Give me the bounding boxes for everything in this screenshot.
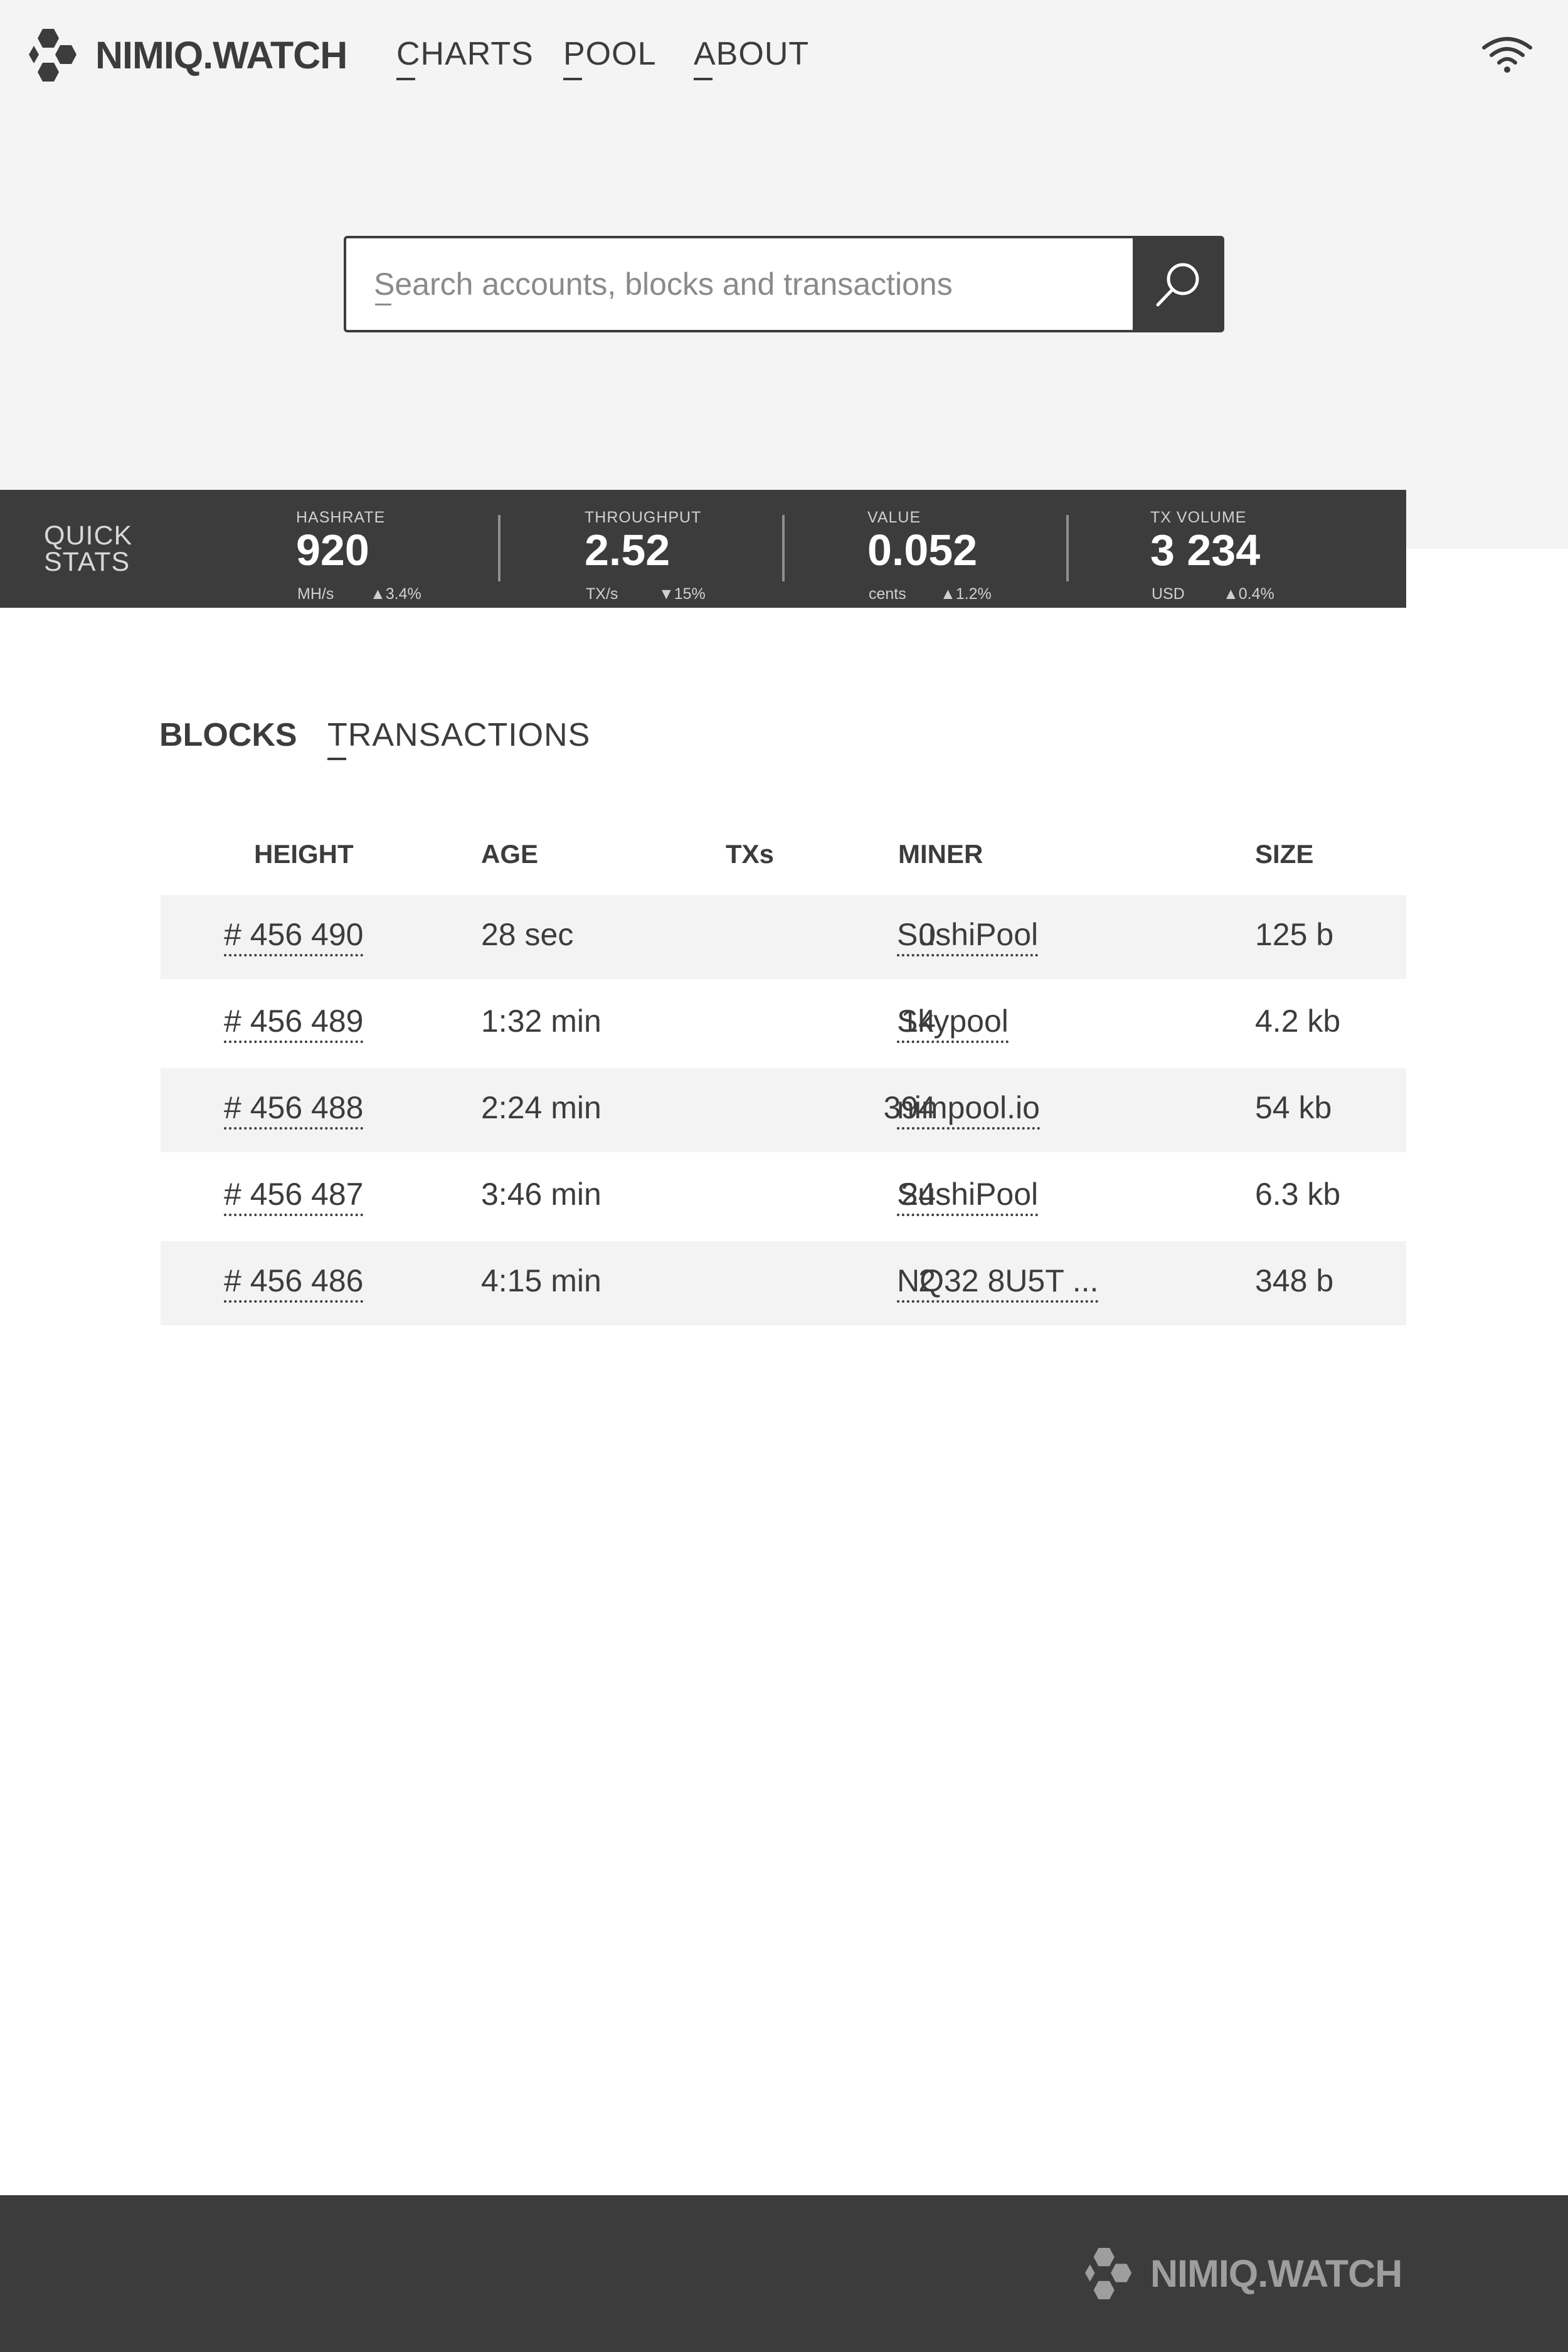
block-size: 125 b — [1255, 917, 1334, 952]
stat-unit: cents — [869, 585, 906, 603]
logo-text: NIMIQ.WATCH — [95, 34, 347, 77]
block-size: 348 b — [1255, 1263, 1334, 1298]
stat-value: 3 234 — [1150, 526, 1261, 575]
nav-pool[interactable]: POOL — [563, 35, 657, 80]
stat-unit: TX/s — [586, 585, 618, 603]
hexagon-cluster-icon — [29, 29, 77, 82]
quick-stats-bar: QUICK STATS HASHRATE 920 MH/s ▲3.4% THRO… — [0, 490, 1406, 608]
search-button[interactable] — [1133, 236, 1224, 332]
stat-value: 0.052 — [867, 526, 978, 575]
nav-pool-label: POOL — [563, 36, 657, 72]
search-icon — [1156, 263, 1199, 307]
hexagon-cluster-icon — [1084, 2247, 1132, 2300]
block-age: 28 sec — [481, 917, 574, 952]
tab-transactions[interactable]: TRANSACTIONS — [327, 716, 591, 760]
quick-stats-title-line2: STATS — [44, 547, 130, 577]
tab-blocks[interactable]: BLOCKS — [159, 716, 297, 754]
stat-change: ▲0.4% — [1223, 585, 1274, 603]
table-row: # 456 486 4:15 min 2 NQ32 8U5T ... 348 b — [161, 1241, 1406, 1325]
miner-link[interactable]: Skypool — [897, 1003, 1009, 1043]
column-header-miner: MINER — [898, 839, 983, 869]
nav-charts-label: CHARTS — [396, 36, 534, 72]
stat-label: TX VOLUME — [1150, 509, 1247, 526]
stat-divider — [782, 515, 785, 581]
tab-transactions-label: TRANSACTIONS — [327, 717, 591, 753]
access-key-underline — [563, 78, 582, 80]
block-size: 54 kb — [1255, 1090, 1332, 1125]
stat-label: VALUE — [867, 509, 921, 526]
block-height-link[interactable]: # 456 490 — [224, 916, 364, 956]
stat-label: HASHRATE — [296, 509, 386, 526]
access-key-underline — [694, 78, 712, 80]
quick-stats-title-line1: QUICK — [44, 521, 133, 551]
access-key-underline — [396, 78, 415, 80]
block-height-link[interactable]: # 456 486 — [224, 1263, 364, 1303]
table-row: # 456 490 28 sec 0 SushiPool 125 b — [161, 895, 1406, 979]
stat-label: THROUGHPUT — [585, 509, 702, 526]
stat-value: 920 — [296, 526, 369, 575]
tab-blocks-label: BLOCKS — [159, 717, 297, 753]
nav-charts[interactable]: CHARTS — [396, 35, 534, 80]
block-age: 2:24 min — [481, 1090, 601, 1125]
footer-logo-text: NIMIQ.WATCH — [1150, 2252, 1402, 2295]
site-logo[interactable]: NIMIQ.WATCH — [28, 28, 347, 83]
table-row: # 456 487 3:46 min 24 SushiPool 6.3 kb — [161, 1155, 1406, 1239]
stat-change: ▲3.4% — [370, 585, 421, 603]
column-header-age: AGE — [481, 839, 539, 869]
block-age: 1:32 min — [481, 1004, 601, 1039]
block-age: 3:46 min — [481, 1177, 601, 1212]
table-row: # 456 488 2:24 min 394 nimpool.io 54 kb — [161, 1068, 1406, 1152]
column-header-txs: TXs — [726, 839, 775, 869]
stat-unit: USD — [1152, 585, 1185, 603]
stat-change: ▼15% — [659, 585, 706, 603]
table-row: # 456 489 1:32 min 14 Skypool 4.2 kb — [161, 982, 1406, 1066]
stat-unit: MH/s — [297, 585, 334, 603]
stat-divider — [1066, 515, 1069, 581]
search-input[interactable] — [344, 236, 1133, 332]
stat-value: 2.52 — [585, 526, 670, 575]
block-height-link[interactable]: # 456 488 — [224, 1089, 364, 1130]
miner-link[interactable]: SushiPool — [897, 916, 1039, 956]
nav-about-label: ABOUT — [694, 36, 810, 72]
wifi-icon — [1482, 37, 1532, 73]
miner-link[interactable]: SushiPool — [897, 1176, 1039, 1216]
block-height-link[interactable]: # 456 489 — [224, 1003, 364, 1043]
stat-throughput: THROUGHPUT 2.52 TX/s ▼15% — [585, 509, 706, 603]
stat-divider — [498, 515, 501, 581]
search-bar — [344, 236, 1224, 332]
miner-link[interactable]: nimpool.io — [897, 1089, 1040, 1130]
quick-stats-title: QUICK STATS — [44, 521, 133, 577]
block-size: 4.2 kb — [1255, 1004, 1341, 1039]
miner-address-link[interactable]: NQ32 8U5T ... — [897, 1263, 1099, 1303]
stat-change: ▲1.2% — [940, 585, 992, 603]
footer: NIMIQ.WATCH — [0, 2195, 1568, 2352]
column-header-size: SIZE — [1255, 839, 1314, 869]
block-size: 6.3 kb — [1255, 1177, 1341, 1212]
access-key-underline — [327, 758, 346, 760]
nav-about[interactable]: ABOUT — [694, 35, 810, 80]
stat-hashrate: HASHRATE 920 MH/s ▲3.4% — [296, 509, 421, 603]
footer-logo[interactable]: NIMIQ.WATCH — [1084, 2247, 1402, 2301]
stat-tx-volume: TX VOLUME 3 234 USD ▲0.4% — [1150, 509, 1274, 603]
column-header-height: HEIGHT — [254, 839, 354, 869]
stat-value-cents: VALUE 0.052 cents ▲1.2% — [867, 509, 992, 603]
block-height-link[interactable]: # 456 487 — [224, 1176, 364, 1216]
block-age: 4:15 min — [481, 1263, 601, 1298]
access-key-underline — [375, 304, 391, 305]
